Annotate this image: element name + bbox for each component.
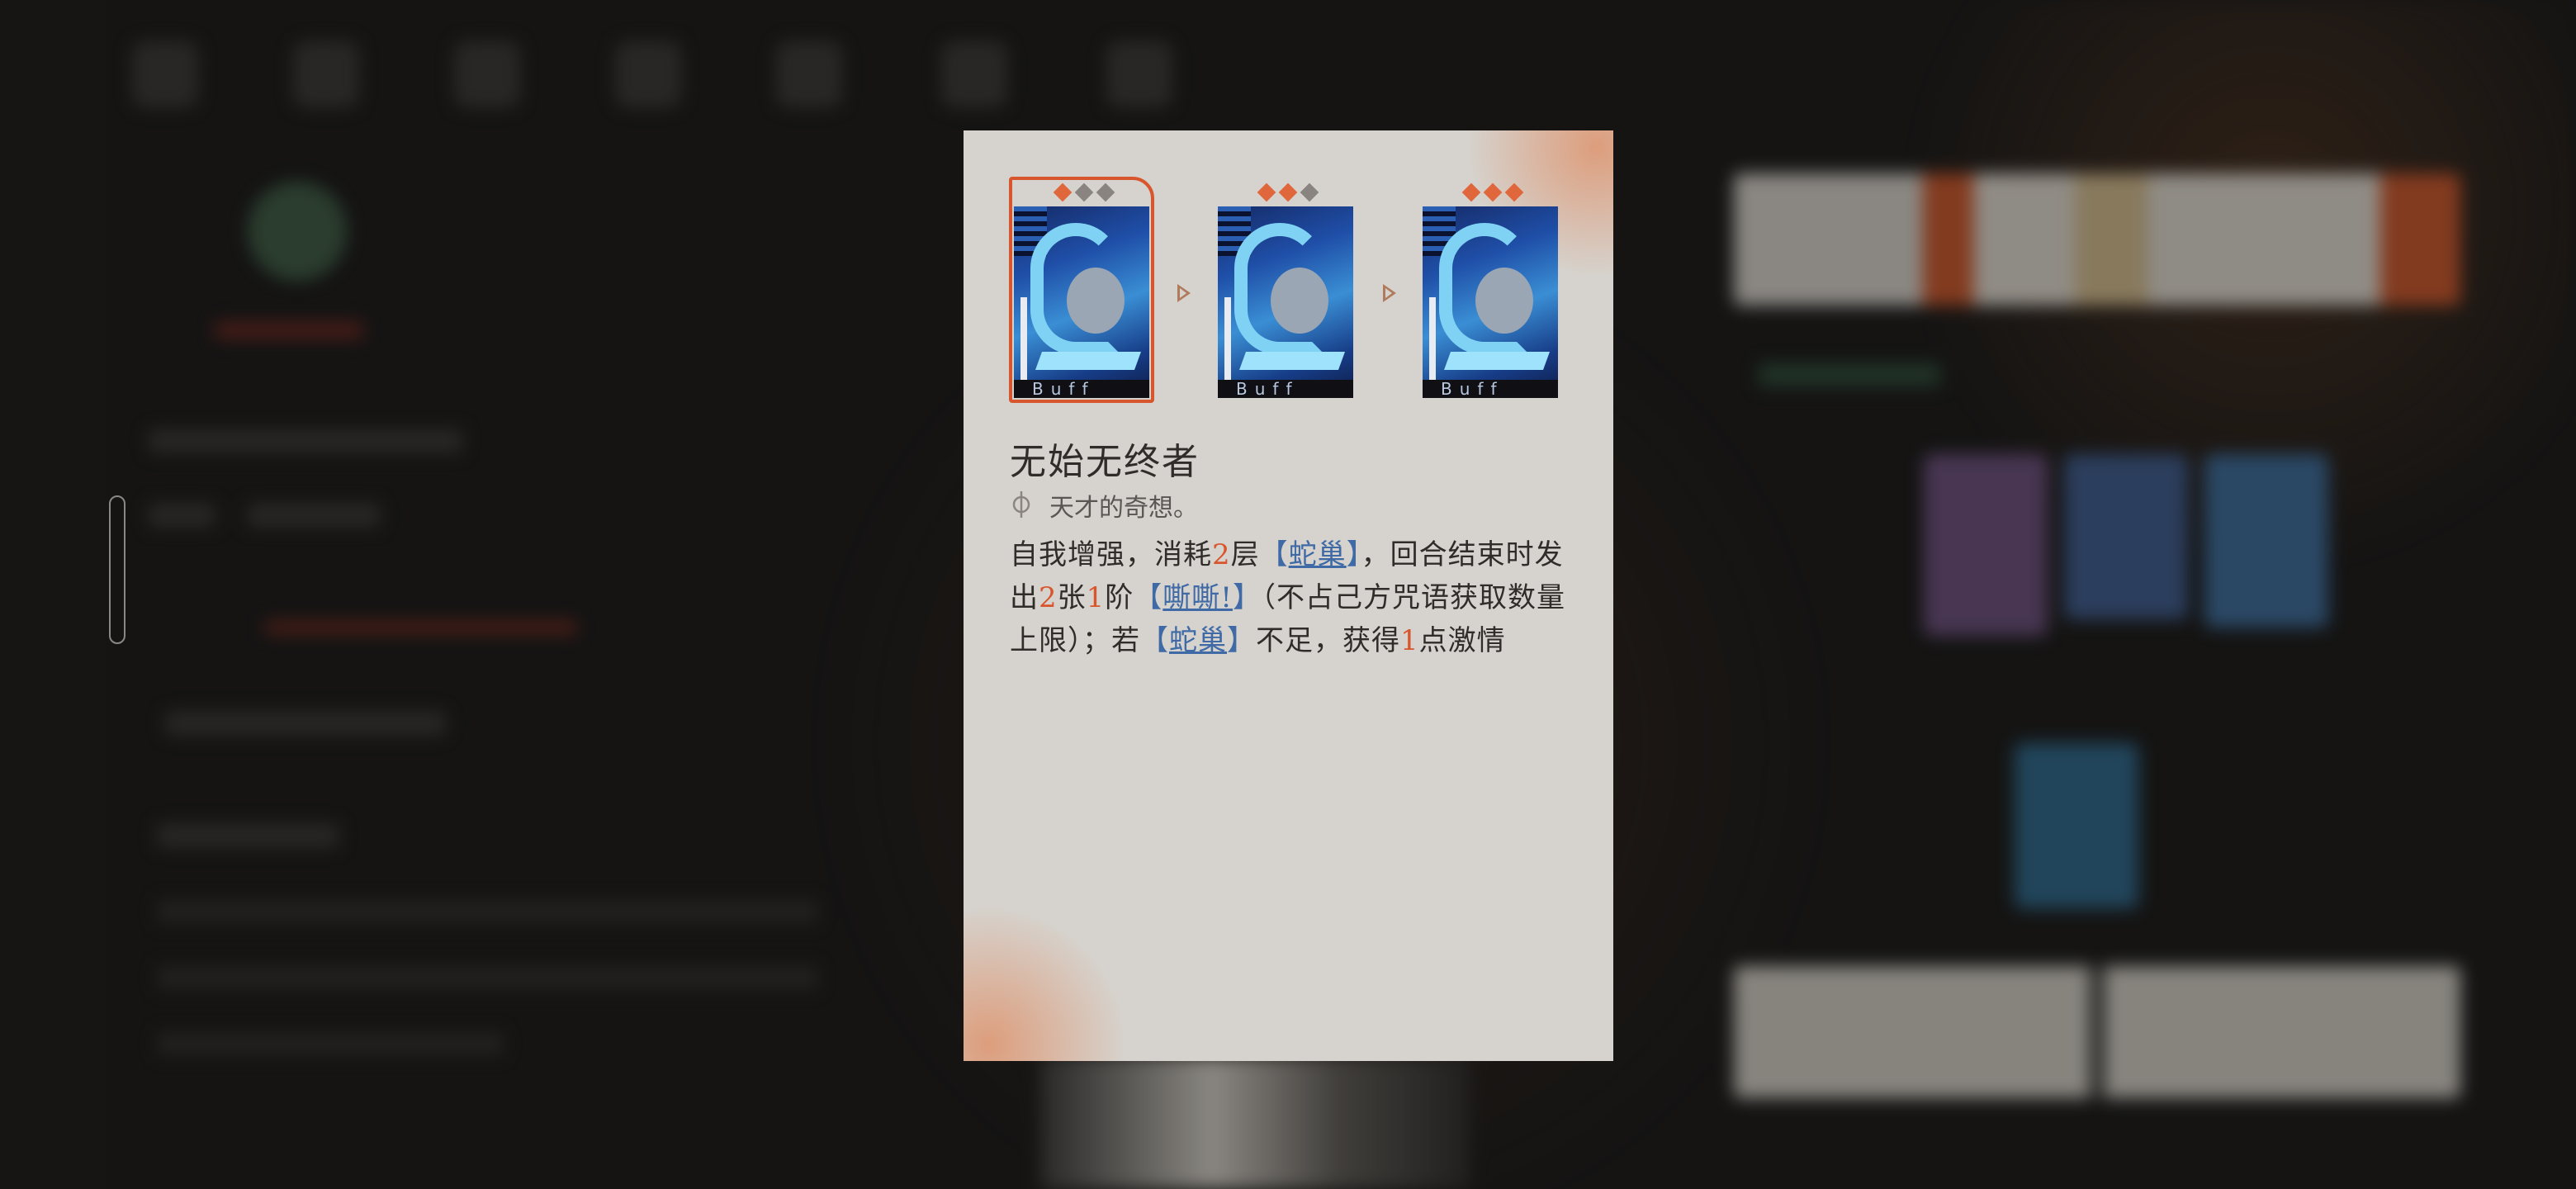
quote-icon	[1012, 491, 1030, 518]
upgrade-arrow-icon	[1177, 284, 1191, 302]
description-text: 不足，获得	[1256, 624, 1400, 657]
keyword-text[interactable]: 嘶嘶!	[1163, 581, 1233, 614]
pip-icon	[1461, 182, 1481, 202]
card-level-pips	[1456, 182, 1530, 205]
card-level-1[interactable]: Buff	[1009, 177, 1154, 403]
card-level-2[interactable]: Buff	[1213, 177, 1358, 403]
pip-icon	[1504, 182, 1524, 202]
card-label: Buff	[1423, 380, 1558, 398]
description-text: 阶	[1105, 581, 1134, 614]
pip-icon	[1257, 182, 1276, 202]
description-number: 2	[1039, 581, 1058, 614]
pip-icon	[1300, 182, 1319, 202]
card-art	[1218, 206, 1353, 398]
card-description: 自我增强，消耗2层【蛇巢】，回合结束时发出2张1阶【嘶嘶!】（不占己方咒语获取数…	[1010, 533, 1588, 662]
description-number: 1	[1400, 624, 1419, 657]
keyword-link-hiss[interactable]: 【嘶嘶!】	[1134, 581, 1262, 614]
card-label: Buff	[1218, 380, 1353, 398]
keyword-text[interactable]: 蛇巢	[1169, 624, 1227, 657]
description-number: 2	[1212, 538, 1231, 571]
card-level-3[interactable]: Buff	[1418, 177, 1563, 403]
card-title: 无始无终者	[1010, 441, 1200, 483]
upgrade-arrow-icon	[1383, 284, 1396, 302]
keyword-text[interactable]: 蛇巢	[1289, 538, 1347, 571]
pip-icon	[1483, 182, 1503, 202]
card-level-pips	[1251, 182, 1325, 205]
pip-icon	[1278, 182, 1298, 202]
scroll-handle[interactable]	[109, 495, 125, 644]
description-number: 1	[1086, 581, 1106, 614]
description-text: 层	[1230, 538, 1260, 571]
keyword-link-snake-nest[interactable]: 【蛇巢】	[1260, 538, 1361, 571]
card-detail-panel: Buff Buff Buff 无始无终者 天才的奇想。 自我增强，消耗2层【蛇巢…	[964, 130, 1613, 1061]
card-art	[1423, 206, 1558, 398]
description-text: 张	[1057, 581, 1087, 614]
card-selected-frame	[1009, 177, 1154, 403]
card-flavor-text: 天才的奇想。	[1049, 494, 1198, 523]
description-text: 点激情	[1418, 624, 1506, 657]
description-text: 自我增强，消耗	[1010, 538, 1212, 571]
keyword-link-snake-nest[interactable]: 【蛇巢】	[1140, 624, 1256, 657]
